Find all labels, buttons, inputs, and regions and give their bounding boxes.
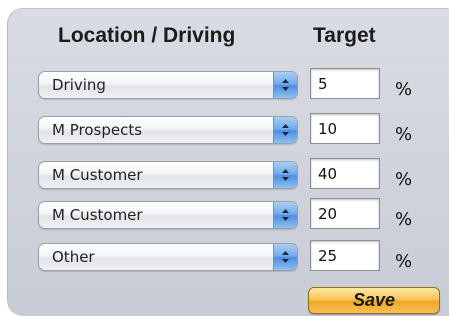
target-input[interactable] — [310, 158, 380, 189]
category-select[interactable]: M Customer — [38, 201, 298, 229]
target-row: M Customer % — [0, 198, 449, 234]
percent-label: % — [395, 124, 413, 145]
location-driving-header: Location / Driving — [58, 24, 236, 47]
target-input[interactable] — [310, 240, 380, 271]
target-input[interactable] — [310, 113, 380, 144]
percent-label: % — [395, 251, 413, 272]
target-header: Target — [313, 24, 376, 47]
category-select-value: M Customer — [52, 206, 143, 224]
up-down-arrows-icon[interactable] — [273, 117, 297, 143]
up-down-arrows-icon[interactable] — [273, 202, 297, 228]
category-select[interactable]: M Customer — [38, 161, 298, 189]
target-row: Driving % — [0, 68, 449, 104]
target-input[interactable] — [310, 68, 380, 99]
percent-label: % — [395, 79, 413, 100]
up-down-arrows-icon[interactable] — [273, 162, 297, 188]
category-select-value: Other — [52, 248, 95, 266]
up-down-arrows-icon[interactable] — [273, 72, 297, 98]
category-select[interactable]: M Prospects — [38, 116, 298, 144]
category-select-value: Driving — [52, 76, 106, 94]
save-button[interactable]: Save — [308, 287, 440, 314]
percent-label: % — [395, 169, 413, 190]
up-down-arrows-icon[interactable] — [273, 244, 297, 270]
category-select-value: M Prospects — [52, 121, 143, 139]
category-select[interactable]: Other — [38, 243, 298, 271]
category-select-value: M Customer — [52, 166, 143, 184]
target-row: M Customer % — [0, 158, 449, 194]
target-input[interactable] — [310, 198, 380, 229]
target-row: Other % — [0, 240, 449, 276]
category-select[interactable]: Driving — [38, 71, 298, 99]
percent-label: % — [395, 209, 413, 230]
target-row: M Prospects % — [0, 113, 449, 149]
